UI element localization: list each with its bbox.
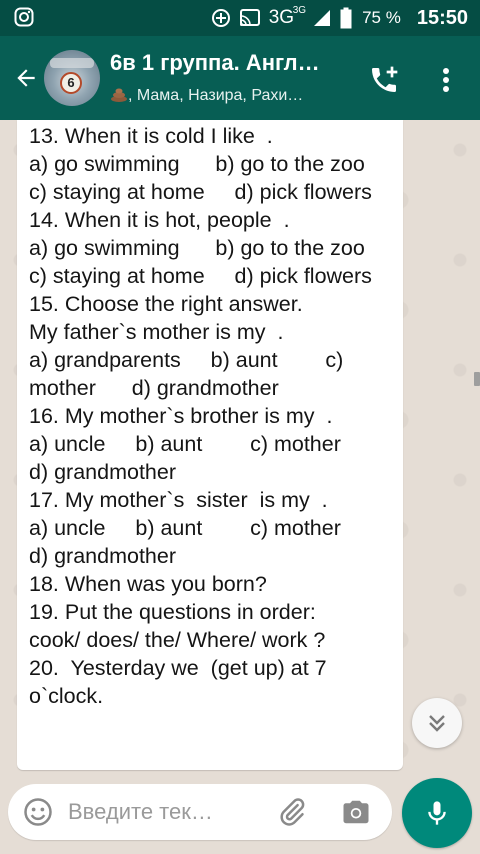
mic-button[interactable] (402, 778, 472, 848)
camera-icon (343, 800, 369, 824)
paperclip-icon (280, 798, 305, 826)
add-call-button[interactable] (364, 60, 404, 100)
emoji-button[interactable] (22, 796, 54, 828)
participants-list: , Мама, Назира, Рахи… (128, 87, 304, 104)
camera-button[interactable] (340, 796, 372, 828)
chat-area[interactable]: 13. When it is cold I like . a) go swimm… (0, 120, 480, 784)
mic-icon (428, 801, 446, 825)
instagram-icon (14, 7, 34, 27)
scroll-to-bottom-button[interactable] (412, 698, 462, 748)
attach-button[interactable] (276, 796, 308, 828)
more-options-button[interactable] (428, 60, 464, 100)
chevron-double-down-icon (429, 715, 445, 732)
chat-header: 6 6в 1 группа. Англ… , Мама, Назира, Рах… (0, 36, 480, 120)
avatar-badge: 6 (60, 72, 82, 94)
emoji-icon (24, 798, 52, 826)
arrow-back-icon (17, 69, 35, 87)
poop-emoji-icon (111, 88, 127, 102)
battery-icon (340, 7, 352, 29)
message-text: 13. When it is cold I like . a) go swimm… (29, 124, 372, 708)
back-button[interactable] (8, 60, 44, 96)
chat-participants[interactable]: , Мама, Назира, Рахи… (110, 86, 356, 105)
status-bar: 3G 3G 75 % 15:50 (0, 0, 480, 36)
network-type: 3G 3G (268, 5, 307, 28)
battery-percent: 75 % (362, 8, 401, 27)
signal-icon (314, 10, 331, 26)
more-vert-icon (443, 68, 449, 92)
chat-title[interactable]: 6в 1 группа. Англ… (110, 50, 356, 76)
cast-icon (239, 9, 260, 26)
message-composer (8, 784, 392, 840)
scrollbar-thumb[interactable] (474, 372, 480, 386)
add-call-icon (372, 66, 398, 92)
group-avatar[interactable]: 6 (44, 50, 100, 106)
message-bubble[interactable]: 13. When it is cold I like . a) go swimm… (17, 120, 403, 770)
message-input[interactable] (68, 794, 268, 830)
avatar-banner (50, 58, 94, 68)
status-clock: 15:50 (416, 6, 468, 29)
data-saver-icon (211, 9, 230, 27)
